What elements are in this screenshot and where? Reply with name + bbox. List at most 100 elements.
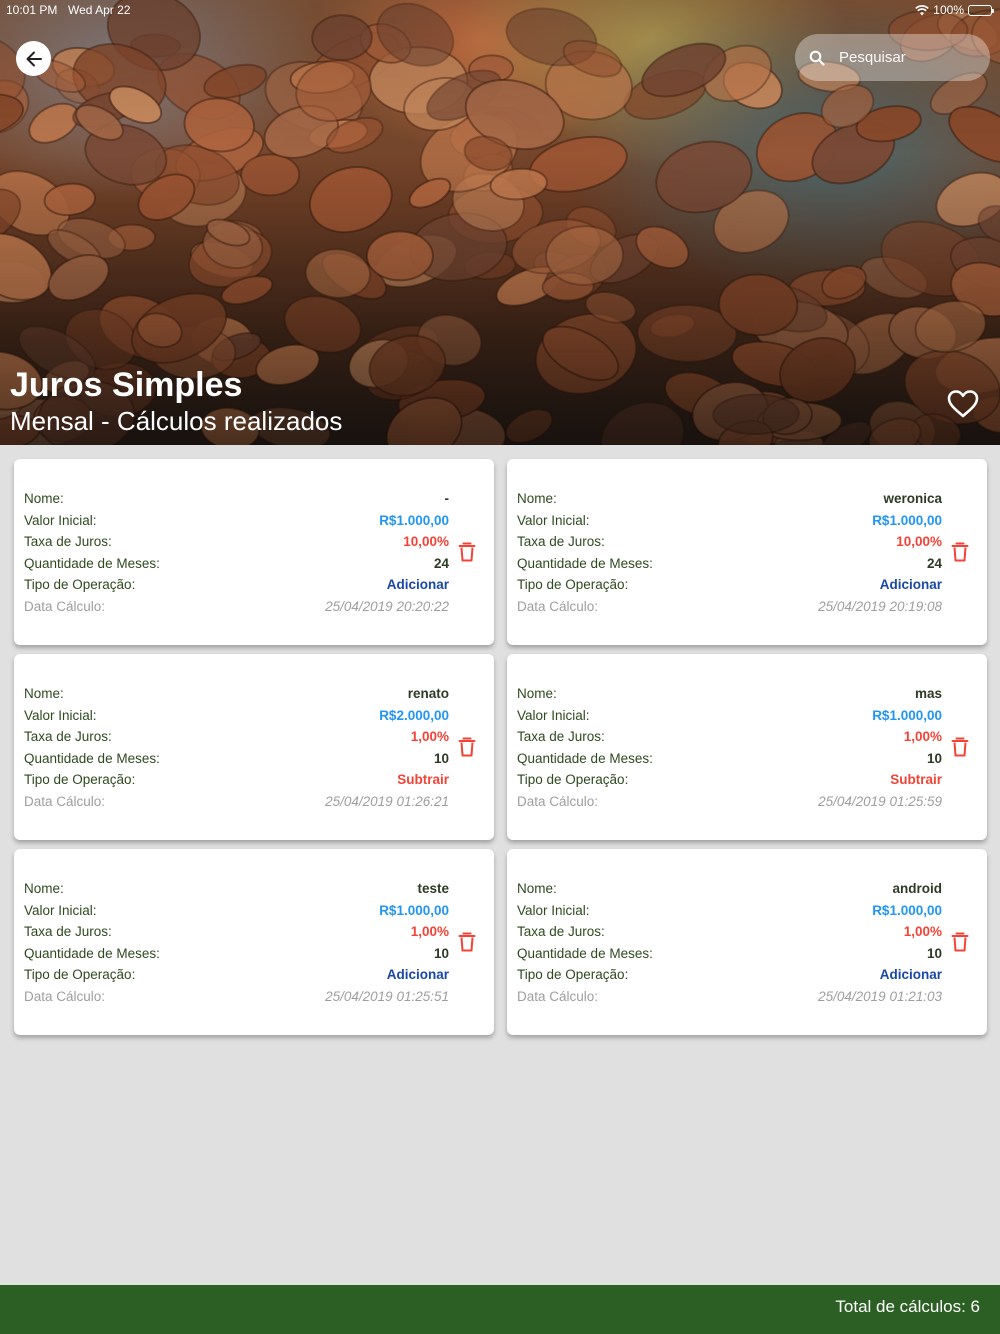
- row-months: Quantidade de Meses: 10: [517, 943, 942, 965]
- trash-icon: [458, 737, 476, 757]
- value-months: 24: [926, 555, 942, 571]
- value-initial-value: R$1.000,00: [872, 707, 942, 723]
- label-initial-value: Valor Inicial:: [24, 707, 97, 723]
- delete-button[interactable]: [457, 541, 477, 563]
- label-months: Quantidade de Meses:: [517, 555, 653, 571]
- row-initial-value: Valor Inicial: R$2.000,00: [24, 705, 449, 727]
- label-name: Nome:: [24, 686, 64, 702]
- row-operation: Tipo de Operação: Adicionar: [517, 964, 942, 986]
- search-input[interactable]: [839, 49, 969, 66]
- label-name: Nome:: [517, 491, 557, 507]
- status-bar: 10:01 PM Wed Apr 22 100%: [0, 0, 1000, 22]
- label-operation: Tipo de Operação:: [517, 577, 629, 593]
- search-box[interactable]: [795, 34, 990, 81]
- card-rows: Nome: mas Valor Inicial: R$1.000,00 Taxa…: [517, 683, 942, 812]
- label-months: Quantidade de Meses:: [517, 750, 653, 766]
- row-months: Quantidade de Meses: 10: [24, 748, 449, 770]
- trash-icon: [458, 542, 476, 562]
- trash-icon: [458, 932, 476, 952]
- row-initial-value: Valor Inicial: R$1.000,00: [517, 900, 942, 922]
- row-interest-rate: Taxa de Juros: 1,00%: [517, 921, 942, 943]
- label-interest-rate: Taxa de Juros:: [24, 924, 112, 940]
- label-operation: Tipo de Operação:: [517, 967, 629, 983]
- card-rows: Nome: teste Valor Inicial: R$1.000,00 Ta…: [24, 878, 449, 1007]
- label-initial-value: Valor Inicial:: [24, 902, 97, 918]
- calculation-card[interactable]: Nome: android Valor Inicial: R$1.000,00 …: [507, 849, 987, 1035]
- label-date: Data Cálculo:: [24, 793, 106, 809]
- wifi-icon: [915, 4, 930, 15]
- calculation-card[interactable]: Nome: - Valor Inicial: R$1.000,00 Taxa d…: [14, 459, 494, 645]
- row-operation: Tipo de Operação: Adicionar: [24, 964, 449, 986]
- value-name: android: [892, 881, 943, 897]
- label-name: Nome:: [517, 881, 557, 897]
- value-months: 10: [926, 750, 942, 766]
- row-months: Quantidade de Meses: 24: [24, 553, 449, 575]
- delete-button[interactable]: [950, 931, 970, 953]
- value-initial-value: R$1.000,00: [872, 512, 942, 528]
- calculation-card[interactable]: Nome: teste Valor Inicial: R$1.000,00 Ta…: [14, 849, 494, 1035]
- page-subtitle: Mensal - Cálculos realizados: [10, 406, 343, 436]
- value-interest-rate: 1,00%: [410, 924, 449, 940]
- row-initial-value: Valor Inicial: R$1.000,00: [24, 510, 449, 532]
- value-interest-rate: 1,00%: [903, 729, 942, 745]
- value-operation: Subtrair: [397, 772, 449, 788]
- value-months: 10: [433, 945, 449, 961]
- delete-button[interactable]: [457, 931, 477, 953]
- value-initial-value: R$1.000,00: [379, 512, 449, 528]
- label-date: Data Cálculo:: [24, 988, 106, 1004]
- label-months: Quantidade de Meses:: [24, 750, 160, 766]
- row-interest-rate: Taxa de Juros: 1,00%: [24, 921, 449, 943]
- value-name: -: [444, 491, 450, 507]
- value-date: 25/04/2019 20:19:08: [818, 598, 942, 614]
- favorite-button[interactable]: [946, 388, 980, 420]
- label-name: Nome:: [517, 686, 557, 702]
- value-initial-value: R$1.000,00: [872, 902, 942, 918]
- row-initial-value: Valor Inicial: R$1.000,00: [24, 900, 449, 922]
- value-initial-value: R$1.000,00: [379, 902, 449, 918]
- row-date: Data Cálculo: 25/04/2019 20:20:22: [24, 596, 449, 618]
- row-months: Quantidade de Meses: 10: [517, 748, 942, 770]
- row-operation: Tipo de Operação: Adicionar: [24, 574, 449, 596]
- row-months: Quantidade de Meses: 24: [517, 553, 942, 575]
- value-date: 25/04/2019 01:25:59: [818, 793, 942, 809]
- value-name: mas: [914, 686, 942, 702]
- header-hero: 10:01 PM Wed Apr 22 100% Juros Simples M…: [0, 0, 1000, 445]
- delete-button[interactable]: [950, 541, 970, 563]
- footer-bar: Total de cálculos: 6: [0, 1285, 1000, 1334]
- row-initial-value: Valor Inicial: R$1.000,00: [517, 705, 942, 727]
- label-operation: Tipo de Operação:: [24, 772, 136, 788]
- value-months: 10: [433, 750, 449, 766]
- row-date: Data Cálculo: 25/04/2019 01:25:59: [517, 791, 942, 813]
- row-operation: Tipo de Operação: Subtrair: [24, 769, 449, 791]
- back-button[interactable]: [16, 41, 51, 76]
- label-months: Quantidade de Meses:: [517, 945, 653, 961]
- label-operation: Tipo de Operação:: [24, 577, 136, 593]
- delete-button[interactable]: [457, 736, 477, 758]
- row-name: Nome: renato: [24, 683, 449, 705]
- calculation-card[interactable]: Nome: weronica Valor Inicial: R$1.000,00…: [507, 459, 987, 645]
- row-interest-rate: Taxa de Juros: 10,00%: [24, 531, 449, 553]
- calculation-card[interactable]: Nome: renato Valor Inicial: R$2.000,00 T…: [14, 654, 494, 840]
- calculations-grid: Nome: - Valor Inicial: R$1.000,00 Taxa d…: [14, 459, 987, 1035]
- row-name: Nome: teste: [24, 878, 449, 900]
- label-date: Data Cálculo:: [517, 988, 599, 1004]
- calculation-card[interactable]: Nome: mas Valor Inicial: R$1.000,00 Taxa…: [507, 654, 987, 840]
- value-name: teste: [417, 881, 449, 897]
- row-operation: Tipo de Operação: Adicionar: [517, 574, 942, 596]
- row-interest-rate: Taxa de Juros: 10,00%: [517, 531, 942, 553]
- label-months: Quantidade de Meses:: [24, 555, 160, 571]
- delete-button[interactable]: [950, 736, 970, 758]
- value-interest-rate: 10,00%: [403, 534, 449, 550]
- label-date: Data Cálculo:: [24, 598, 106, 614]
- row-name: Nome: weronica: [517, 488, 942, 510]
- label-interest-rate: Taxa de Juros:: [517, 534, 605, 550]
- status-right: 100%: [915, 3, 994, 17]
- label-interest-rate: Taxa de Juros:: [24, 729, 112, 745]
- card-rows: Nome: android Valor Inicial: R$1.000,00 …: [517, 878, 942, 1007]
- battery-percent: 100%: [933, 3, 964, 17]
- trash-icon: [951, 737, 969, 757]
- search-icon: [809, 50, 825, 66]
- card-rows: Nome: weronica Valor Inicial: R$1.000,00…: [517, 488, 942, 617]
- label-initial-value: Valor Inicial:: [517, 512, 590, 528]
- row-date: Data Cálculo: 25/04/2019 01:25:51: [24, 986, 449, 1008]
